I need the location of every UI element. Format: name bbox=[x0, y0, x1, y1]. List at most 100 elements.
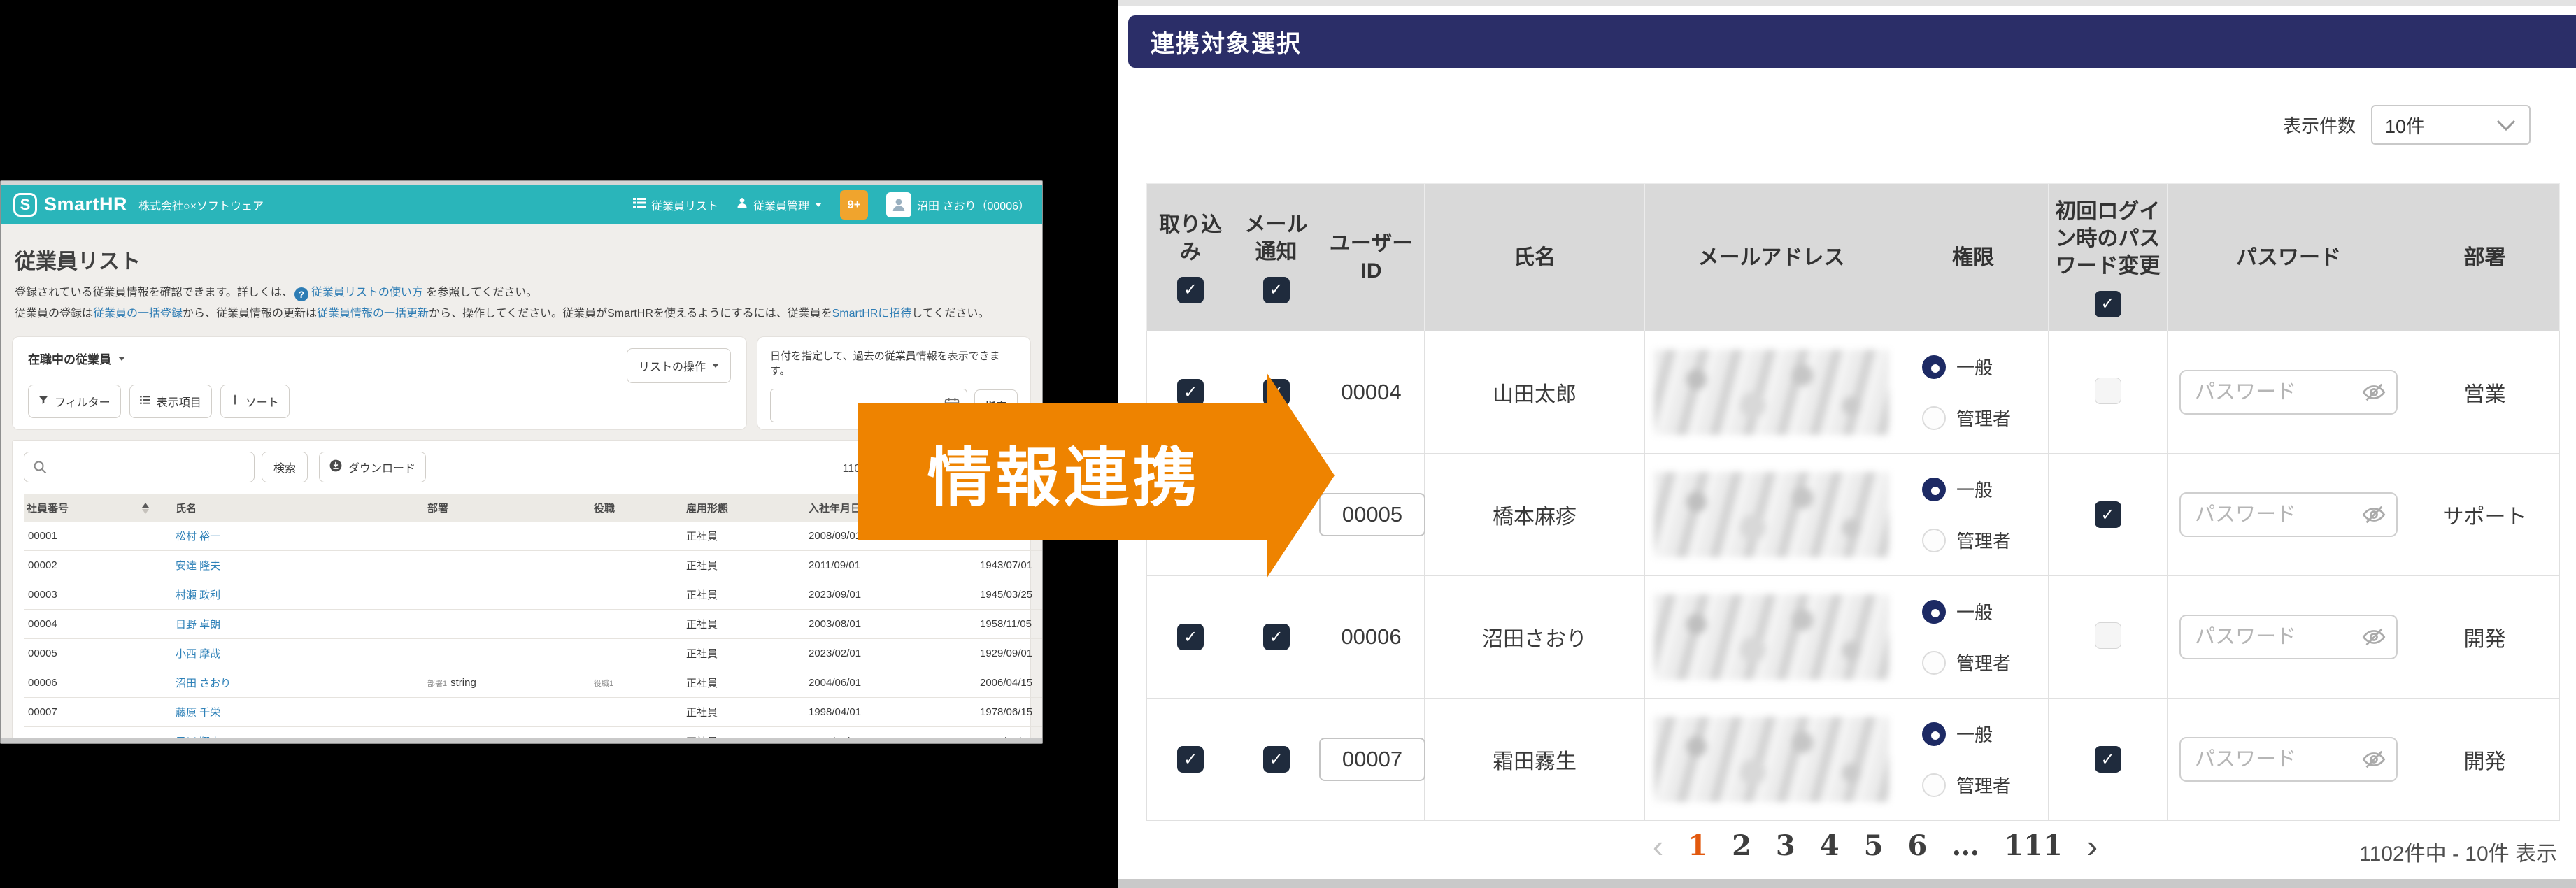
display-items-button[interactable]: 表示項目 bbox=[129, 385, 212, 418]
pagination-page-111[interactable]: 111 bbox=[2004, 829, 2063, 862]
panel-top-strip bbox=[1118, 0, 2576, 6]
pagination-page-5[interactable]: 5 bbox=[1864, 829, 1884, 862]
import-checkbox[interactable] bbox=[1177, 379, 1204, 406]
help-icon[interactable] bbox=[294, 287, 308, 301]
permission-admin-option[interactable]: 管理者 bbox=[1922, 650, 2047, 675]
import-checkbox[interactable] bbox=[1177, 624, 1204, 650]
linkage-row: 霜田霧生 一般 管理者 bbox=[1147, 699, 2560, 821]
permission-general-option[interactable]: 一般 bbox=[1922, 599, 2047, 624]
first-login-change-checkbox[interactable] bbox=[2095, 746, 2121, 773]
window-bottom-strip bbox=[1, 738, 1042, 743]
import-select-all-checkbox[interactable] bbox=[1177, 277, 1204, 303]
nav-employee-list[interactable]: 従業員リスト bbox=[633, 196, 718, 213]
first-login-select-all-checkbox[interactable] bbox=[2095, 291, 2121, 317]
user-id-input[interactable] bbox=[1319, 738, 1425, 781]
link-bulk-register[interactable]: 従業員の一括登録 bbox=[93, 308, 183, 320]
mail-notify-checkbox[interactable] bbox=[1263, 624, 1290, 650]
mail-notify-checkbox[interactable] bbox=[1263, 746, 1290, 773]
import-checkbox[interactable] bbox=[1177, 746, 1204, 773]
pagination-ellipsis: … bbox=[1951, 829, 1979, 862]
radio-general[interactable] bbox=[1922, 600, 1946, 624]
employee-name-link[interactable]: 村瀬 政利 bbox=[176, 589, 220, 601]
radio-admin[interactable] bbox=[1922, 529, 1946, 552]
user-menu[interactable]: 沼田 さおり（00006） bbox=[886, 192, 1030, 217]
panel-bottom-strip bbox=[1118, 879, 2576, 888]
radio-general[interactable] bbox=[1922, 355, 1946, 379]
screenshot-stage: S SmartHR 株式会社○×ソフトウェア 従業員リスト 従業員管理 bbox=[0, 0, 2576, 888]
col-name: 氏名 bbox=[173, 494, 425, 522]
pagination-next[interactable]: › bbox=[2087, 830, 2098, 862]
permission-admin-option[interactable]: 管理者 bbox=[1922, 527, 2047, 553]
password-input[interactable] bbox=[2193, 503, 2361, 527]
sort-button[interactable]: ソート bbox=[220, 385, 290, 418]
chevron-down-icon bbox=[118, 357, 125, 361]
linkage-table-header: 取り込み メール通知 ユーザーID 氏名 メールアドレス 権限 初回ログイン時の… bbox=[1147, 184, 2560, 331]
person-icon bbox=[736, 197, 748, 212]
pagination: ‹ 1 2 3 4 5 6 … 111 › bbox=[1653, 829, 2098, 862]
radio-general[interactable] bbox=[1922, 722, 1946, 746]
employee-row: 00002 安達 隆夫 正社員 2011/09/01 1943/07/01 bbox=[24, 551, 1043, 580]
search-input[interactable] bbox=[54, 454, 250, 480]
department: サポート bbox=[2443, 506, 2527, 529]
employee-name-link[interactable]: 藤原 千栄 bbox=[176, 707, 220, 719]
col-first-login-password-change: 初回ログイン時のパスワード変更 bbox=[2049, 184, 2168, 331]
radio-general[interactable] bbox=[1922, 478, 1946, 501]
mail-select-all-checkbox[interactable] bbox=[1263, 277, 1290, 303]
company-name: 株式会社○×ソフトウェア bbox=[138, 196, 264, 213]
permission-admin-option[interactable]: 管理者 bbox=[1922, 772, 2047, 798]
link-invite[interactable]: SmartHRに招待 bbox=[832, 308, 912, 320]
link-how-to-use[interactable]: 従業員リストの使い方 bbox=[311, 287, 423, 299]
first-login-change-checkbox[interactable] bbox=[2095, 501, 2121, 528]
permission-general-option[interactable]: 一般 bbox=[1922, 476, 2047, 502]
sort-toggle-employee-number[interactable] bbox=[139, 494, 173, 522]
permission-general-option[interactable]: 一般 bbox=[1922, 354, 2047, 380]
col-full-name: 氏名 bbox=[1425, 184, 1645, 331]
email-redacted bbox=[1654, 472, 1889, 557]
password-input[interactable] bbox=[2193, 747, 2361, 772]
radio-admin[interactable] bbox=[1922, 773, 1946, 797]
password-input[interactable] bbox=[2193, 380, 2361, 405]
col-permission: 権限 bbox=[1898, 184, 2049, 331]
eye-off-icon[interactable] bbox=[2361, 747, 2386, 772]
filter-button[interactable]: フィルター bbox=[28, 385, 121, 418]
chevron-down-icon bbox=[712, 364, 719, 368]
pagination-page-3[interactable]: 3 bbox=[1776, 829, 1795, 862]
user-id-text: 00004 bbox=[1341, 380, 1401, 404]
password-input[interactable] bbox=[2193, 625, 2361, 650]
arrow-head bbox=[1267, 373, 1335, 578]
download-button[interactable]: ダウンロード bbox=[319, 452, 426, 482]
first-login-change-checkbox[interactable] bbox=[2095, 378, 2121, 404]
page-size-select[interactable]: 10件 bbox=[2371, 105, 2531, 145]
link-bulk-update[interactable]: 従業員情報の一括更新 bbox=[317, 308, 429, 320]
nav-employee-management[interactable]: 従業員管理 bbox=[736, 196, 822, 213]
user-id-input[interactable] bbox=[1319, 493, 1425, 536]
radio-admin[interactable] bbox=[1922, 406, 1946, 430]
employee-scope-dropdown[interactable]: 在職中の従業員 bbox=[28, 350, 731, 367]
notification-badge[interactable]: 9+ bbox=[840, 190, 868, 220]
permission-admin-option[interactable]: 管理者 bbox=[1922, 405, 2047, 431]
employee-name-link[interactable]: 安達 隆夫 bbox=[176, 560, 220, 572]
pagination-page-4[interactable]: 4 bbox=[1820, 829, 1840, 862]
pagination-page-6[interactable]: 6 bbox=[1907, 829, 1927, 862]
intro-line-1: 登録されている従業員情報を確認できます。詳しくは、従業員リストの使い方 を参照し… bbox=[15, 283, 1031, 303]
pagination-page-2[interactable]: 2 bbox=[1732, 829, 1751, 862]
result-summary: 1102件中 - 10件 表示 bbox=[2359, 836, 2557, 867]
col-email: メールアドレス bbox=[1645, 184, 1898, 331]
eye-off-icon[interactable] bbox=[2361, 624, 2386, 650]
search-button[interactable]: 検索 bbox=[262, 452, 308, 482]
permission-general-option[interactable]: 一般 bbox=[1922, 721, 2047, 747]
smarthr-logo[interactable]: S SmartHR bbox=[13, 193, 127, 217]
col-department: 部署 bbox=[2410, 184, 2560, 331]
employee-name-link[interactable]: 日野 卓朗 bbox=[176, 619, 220, 631]
radio-admin[interactable] bbox=[1922, 651, 1946, 675]
pagination-prev[interactable]: ‹ bbox=[1653, 830, 1663, 862]
list-actions-button[interactable]: リストの操作 bbox=[627, 348, 731, 383]
employee-name-link[interactable]: 沼田 さおり bbox=[176, 678, 231, 689]
list-grid-icon bbox=[633, 197, 646, 212]
employee-name-link[interactable]: 小西 摩哉 bbox=[176, 648, 220, 660]
employee-name-link[interactable]: 松村 裕一 bbox=[176, 531, 220, 543]
pagination-page-1[interactable]: 1 bbox=[1688, 829, 1707, 862]
first-login-change-checkbox[interactable] bbox=[2095, 622, 2121, 649]
eye-off-icon[interactable] bbox=[2361, 380, 2386, 405]
eye-off-icon[interactable] bbox=[2361, 502, 2386, 527]
